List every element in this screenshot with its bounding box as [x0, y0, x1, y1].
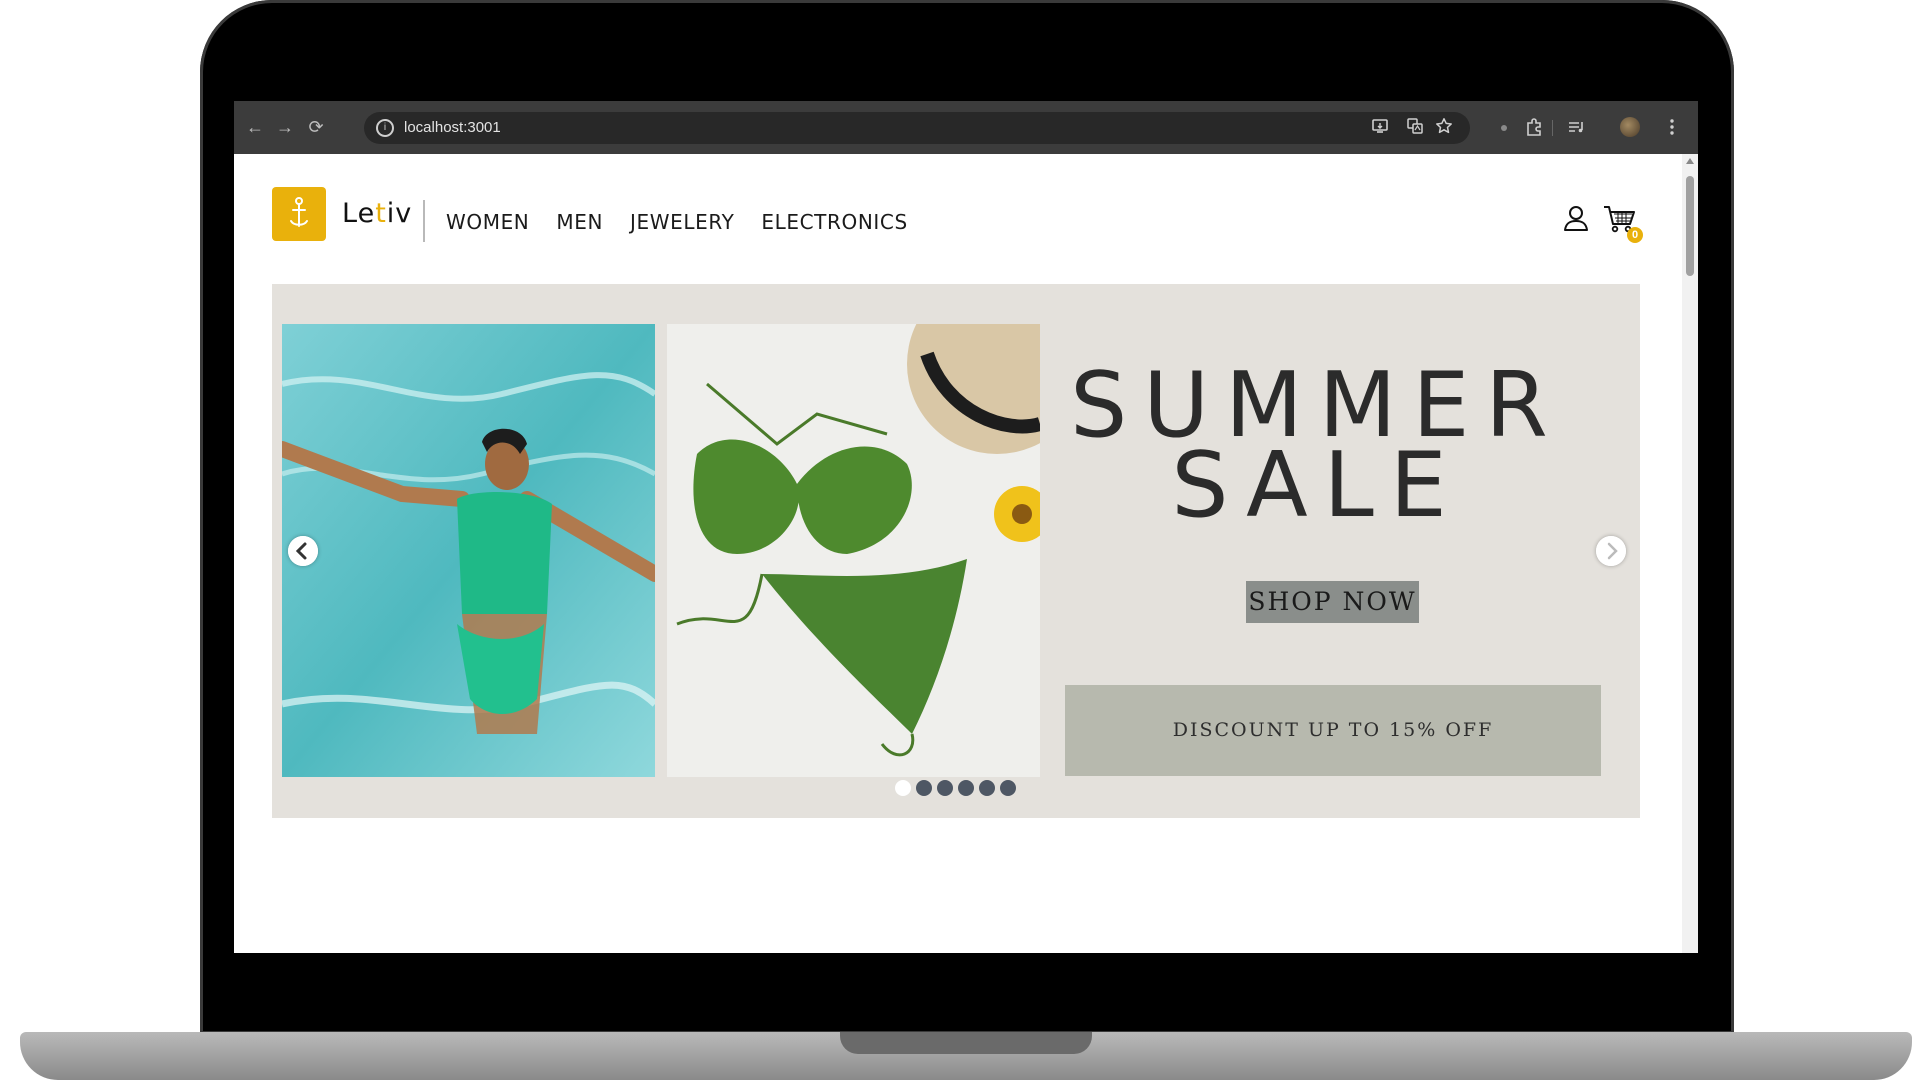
install-app-icon[interactable]: [1369, 117, 1391, 139]
brand-suffix: iv: [386, 198, 413, 229]
profile-avatar[interactable]: [1620, 117, 1640, 137]
shop-now-button[interactable]: SHOP NOW: [1246, 581, 1419, 623]
chevron-left-icon: [288, 536, 318, 566]
site-logo[interactable]: [272, 187, 326, 241]
discount-banner: DISCOUNT UP TO 15% OFF: [1065, 685, 1601, 776]
headline-line2: SALE: [1171, 433, 1463, 538]
carousel-indicators: [895, 780, 1016, 796]
site-info-icon[interactable]: i: [376, 119, 394, 137]
nav-item-men[interactable]: MEN: [556, 210, 603, 234]
carousel-dot-6[interactable]: [1000, 780, 1016, 796]
forward-icon: →: [276, 117, 294, 137]
web-page: Letiv WOMEN MEN JEWELERY ELECTRONICS 0 S…: [234, 154, 1682, 953]
page-scrollbar[interactable]: [1682, 154, 1698, 953]
extensions-puzzle-icon[interactable]: [1522, 115, 1546, 139]
carousel-dot-1[interactable]: [895, 780, 911, 796]
translate-icon[interactable]: [1404, 117, 1426, 139]
reload-button[interactable]: ⟳: [303, 114, 329, 140]
swimmer-photo: [282, 324, 655, 777]
main-nav: WOMEN MEN JEWELERY ELECTRONICS: [446, 210, 908, 234]
scroll-up-arrow[interactable]: [1686, 158, 1694, 164]
laptop-screen: ← → ⟳ i localhost:3001 Letiv WOMEN MEN J…: [234, 101, 1698, 953]
nav-item-jewelery[interactable]: JEWELERY: [630, 210, 734, 234]
browser-toolbar: ← → ⟳ i localhost:3001: [234, 101, 1698, 154]
nav-item-electronics[interactable]: ELECTRONICS: [761, 210, 907, 234]
brand-accent: t: [375, 198, 387, 229]
sale-headline: SUMMER SALE: [1042, 361, 1592, 538]
back-button[interactable]: ←: [242, 114, 268, 140]
back-icon: ←: [246, 117, 264, 137]
brand-prefix: Le: [342, 198, 376, 229]
reload-icon: ⟳: [308, 117, 324, 137]
address-bar[interactable]: i localhost:3001: [364, 112, 1470, 144]
forward-button[interactable]: →: [272, 114, 298, 140]
brand-name[interactable]: Letiv: [342, 198, 412, 229]
carousel-dot-4[interactable]: [958, 780, 974, 796]
extension-dot-icon[interactable]: [1492, 115, 1516, 139]
cart-count-badge: 0: [1627, 227, 1643, 243]
nav-item-women[interactable]: WOMEN: [446, 210, 529, 234]
browser-menu-icon[interactable]: [1660, 115, 1684, 139]
hero-banner-carousel[interactable]: SUMMER SALE SHOP NOW DISCOUNT UP TO 15% …: [272, 284, 1640, 818]
toolbar-divider: [1552, 120, 1553, 136]
url-text: localhost:3001: [404, 119, 501, 136]
anchor-logo-icon: [290, 197, 308, 227]
bikini-product-photo: [667, 324, 1040, 777]
scroll-thumb[interactable]: [1686, 176, 1694, 276]
carousel-dot-2[interactable]: [916, 780, 932, 796]
media-control-icon[interactable]: [1564, 115, 1588, 139]
user-account-icon[interactable]: [1562, 204, 1590, 232]
carousel-prev-button[interactable]: [288, 536, 318, 566]
brand-divider: [423, 200, 425, 242]
laptop-notch: [840, 1032, 1092, 1054]
chevron-right-icon: [1596, 536, 1626, 566]
carousel-next-button[interactable]: [1596, 536, 1626, 566]
carousel-dot-3[interactable]: [937, 780, 953, 796]
bookmark-star-icon[interactable]: [1433, 117, 1455, 139]
carousel-dot-5[interactable]: [979, 780, 995, 796]
